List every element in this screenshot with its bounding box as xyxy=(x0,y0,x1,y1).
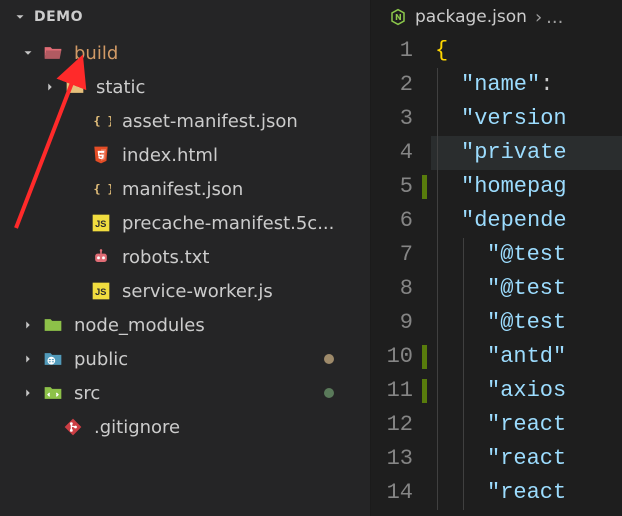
chevron-right-icon xyxy=(20,351,36,367)
tree-item-asset-manifest-json[interactable]: { } asset-manifest.json xyxy=(0,104,370,138)
code-line: "homepag xyxy=(431,170,622,204)
tree-item-public[interactable]: public xyxy=(0,342,370,376)
git-icon xyxy=(62,416,84,438)
chevron-down-icon xyxy=(20,45,36,61)
code-line: "antd" xyxy=(431,340,622,374)
folder-icon xyxy=(64,76,86,98)
line-number: 11 xyxy=(371,374,413,408)
code-line: "version xyxy=(431,102,622,136)
nodejs-icon xyxy=(389,8,407,26)
tree-item-label: service-worker.js xyxy=(122,281,273,302)
tree-item-label: robots.txt xyxy=(122,247,209,268)
tree-item--gitignore[interactable]: .gitignore xyxy=(0,410,370,444)
code-line: "@test xyxy=(431,238,622,272)
line-number: 2 xyxy=(371,68,413,102)
breadcrumb-separator-icon: › xyxy=(535,7,542,28)
svg-text:JS: JS xyxy=(95,287,106,297)
line-number-gutter: 1234567891011121314 xyxy=(371,34,431,516)
code-content: {"name":"version"private"homepag"depende… xyxy=(431,34,622,516)
breadcrumb-ellipsis: ... xyxy=(546,7,563,28)
tree-item-label: build xyxy=(74,43,118,64)
code-line: "react xyxy=(431,442,622,476)
code-line: { xyxy=(431,34,622,68)
chevron-right-icon xyxy=(42,79,58,95)
line-number: 4 xyxy=(371,136,413,170)
folder-web-icon xyxy=(42,348,64,370)
line-number: 8 xyxy=(371,272,413,306)
tree-item-static[interactable]: static xyxy=(0,70,370,104)
line-number: 10 xyxy=(371,340,413,374)
tree-item-service-worker-js[interactable]: JS service-worker.js xyxy=(0,274,370,308)
tree-item-manifest-json[interactable]: { } manifest.json xyxy=(0,172,370,206)
editor-tab-bar: package.json › ... xyxy=(371,0,622,34)
code-line: "name": xyxy=(431,68,622,102)
folder-src-icon xyxy=(42,382,64,404)
file-explorer: DEMO build static { } asset-manifest.json in… xyxy=(0,0,370,516)
tree-item-label: src xyxy=(74,383,100,404)
code-line: "@test xyxy=(431,272,622,306)
tree-item-label: precache-manifest.5c... xyxy=(122,213,334,234)
tree-item-label: asset-manifest.json xyxy=(122,111,298,132)
chevron-right-icon xyxy=(20,317,36,333)
line-number: 1 xyxy=(371,34,413,68)
tree-item-label: public xyxy=(74,349,128,370)
line-number: 3 xyxy=(371,102,413,136)
file-tree: build static { } asset-manifest.json index.h… xyxy=(0,34,370,444)
tree-item-index-html[interactable]: index.html xyxy=(0,138,370,172)
tree-item-build[interactable]: build xyxy=(0,36,370,70)
robot-icon xyxy=(90,246,112,268)
code-line: "depende xyxy=(431,204,622,238)
tree-item-robots-txt[interactable]: robots.txt xyxy=(0,240,370,274)
tree-item-src[interactable]: src xyxy=(0,376,370,410)
line-number: 12 xyxy=(371,408,413,442)
html5-icon xyxy=(90,144,112,166)
explorer-section-header[interactable]: DEMO xyxy=(0,0,370,34)
code-line: "private xyxy=(431,136,622,170)
line-number: 7 xyxy=(371,238,413,272)
svg-text:{ }: { } xyxy=(94,182,112,196)
folder-icon xyxy=(42,314,64,336)
tab-filename: package.json xyxy=(415,7,527,27)
git-status-dot xyxy=(324,388,334,398)
line-number: 6 xyxy=(371,204,413,238)
code-line: "axios xyxy=(431,374,622,408)
folder-open-icon xyxy=(42,42,64,64)
code-line: "@test xyxy=(431,306,622,340)
explorer-title: DEMO xyxy=(34,9,83,25)
editor-area: package.json › ... 1234567891011121314 {… xyxy=(370,0,622,516)
js-icon: JS xyxy=(90,212,112,234)
svg-text:JS: JS xyxy=(95,219,106,229)
line-number: 14 xyxy=(371,476,413,510)
js-icon: JS xyxy=(90,280,112,302)
code-line: "react xyxy=(431,476,622,510)
code-editor[interactable]: 1234567891011121314 {"name":"version"pri… xyxy=(371,34,622,516)
tree-item-label: manifest.json xyxy=(122,179,243,200)
git-status-dot xyxy=(324,354,334,364)
tree-item-label: node_modules xyxy=(74,315,205,336)
line-number: 5 xyxy=(371,170,413,204)
chevron-down-icon xyxy=(12,9,28,25)
line-number: 13 xyxy=(371,442,413,476)
tree-item-label: static xyxy=(96,77,145,98)
chevron-right-icon xyxy=(20,385,36,401)
braces-icon: { } xyxy=(90,178,112,200)
code-line: "react xyxy=(431,408,622,442)
editor-tab[interactable]: package.json › ... xyxy=(379,0,573,34)
tree-item-label: .gitignore xyxy=(94,417,180,438)
tree-item-precache-manifest-5c-[interactable]: JS precache-manifest.5c... xyxy=(0,206,370,240)
braces-icon: { } xyxy=(90,110,112,132)
svg-text:{ }: { } xyxy=(94,114,112,128)
line-number: 9 xyxy=(371,306,413,340)
tree-item-node-modules[interactable]: node_modules xyxy=(0,308,370,342)
tree-item-label: index.html xyxy=(122,145,218,166)
